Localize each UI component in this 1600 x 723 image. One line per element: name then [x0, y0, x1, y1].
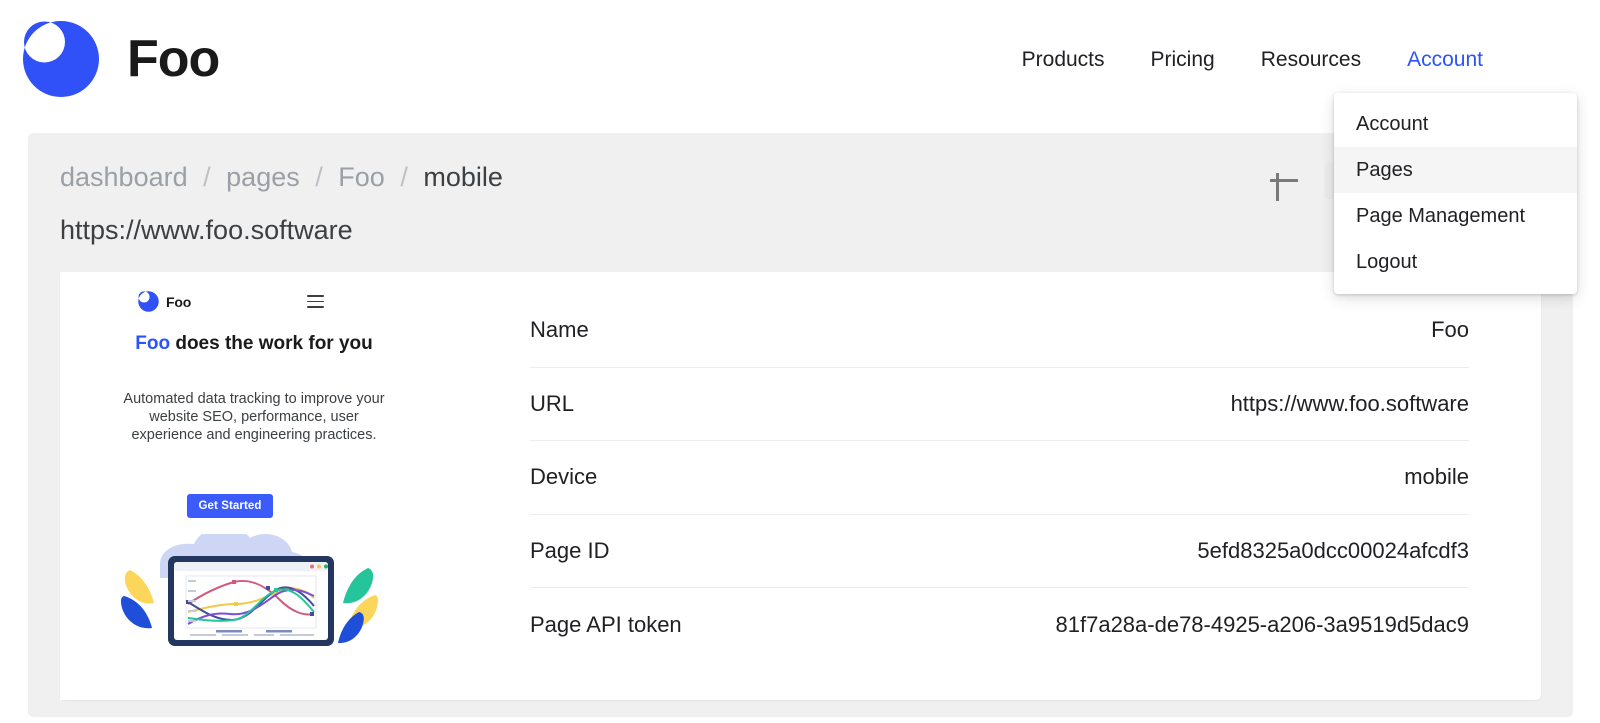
table-row: Page API token 81f7a28a-de78-4925-a206-3… [530, 588, 1469, 662]
table-row: Name Foo [530, 294, 1469, 368]
detail-value-name: Foo [1431, 317, 1469, 343]
nav-link-account[interactable]: Account [1384, 44, 1506, 76]
detail-value-page-id: 5efd8325a0dcc00024afcdf3 [1197, 537, 1469, 563]
detail-label-name: Name [530, 317, 589, 343]
preview-brand: Foo [138, 291, 191, 312]
crescent-moon-icon [138, 291, 159, 312]
menu-item-pages[interactable]: Pages [1334, 147, 1577, 193]
detail-label-device: Device [530, 464, 598, 490]
preview-headline-accent: Foo [135, 333, 171, 354]
breadcrumb-separator: / [203, 162, 211, 192]
laptop-line-chart-illustration [116, 526, 386, 649]
detail-label-url: URL [530, 390, 575, 416]
table-row: URL https://www.foo.software [530, 368, 1469, 441]
detail-value-device: mobile [1404, 464, 1469, 490]
preview-headline-rest: does the work for you [170, 333, 373, 354]
page-url-heading: https://www.foo.software [60, 215, 353, 245]
crescent-moon-icon [22, 20, 100, 98]
mobile-screenshot-preview: Foo Foo does the work for you Automated … [60, 272, 448, 700]
table-row: Device mobile [530, 441, 1469, 515]
breadcrumb-item-pages[interactable]: pages [226, 162, 300, 192]
breadcrumb-separator: / [315, 162, 323, 192]
detail-value-page-api-token: 81f7a28a-de78-4925-a206-3a9519d5dac9 [1055, 611, 1469, 637]
detail-label-page-api-token: Page API token [530, 611, 682, 637]
page-detail-card: Foo Foo does the work for you Automated … [60, 272, 1541, 700]
breadcrumb-item-foo[interactable]: Foo [338, 162, 385, 192]
preview-brand-name: Foo [166, 293, 192, 310]
page-root: Foo Products Pricing Resources Account A… [0, 0, 1600, 723]
preview-header: Foo [60, 291, 448, 317]
detail-label-page-id: Page ID [530, 537, 610, 563]
breadcrumb-item-mobile: mobile [423, 162, 503, 192]
preview-get-started-button[interactable]: Get Started [187, 494, 273, 518]
preview-body-text: Automated data tracking to improve your … [123, 391, 385, 443]
breadcrumb-separator: / [400, 162, 408, 192]
breadcrumb: dashboard / pages / Foo / mobile [60, 160, 503, 194]
table-row: Page ID 5efd8325a0dcc00024afcdf3 [530, 515, 1469, 588]
menu-item-page-management[interactable]: Page Management [1334, 193, 1577, 239]
nav-link-pricing[interactable]: Pricing [1128, 44, 1238, 76]
nav-link-resources[interactable]: Resources [1238, 44, 1384, 76]
detail-value-url: https://www.foo.software [1230, 390, 1469, 416]
menu-item-account[interactable]: Account [1334, 101, 1577, 147]
breadcrumb-item-dashboard[interactable]: dashboard [60, 162, 188, 192]
hamburger-menu-icon[interactable] [307, 295, 324, 309]
preview-headline: Foo does the work for you [104, 332, 404, 356]
plus-icon[interactable] [1263, 160, 1305, 202]
account-dropdown-menu: Account Pages Page Management Logout [1334, 93, 1577, 294]
nav-links: Products Pricing Resources Account [999, 44, 1506, 76]
brand-logo-link[interactable]: Foo [22, 20, 220, 98]
nav-link-products[interactable]: Products [999, 44, 1128, 76]
menu-item-logout[interactable]: Logout [1334, 239, 1577, 285]
page-details-table: Name Foo URL https://www.foo.software De… [448, 272, 1541, 700]
brand-name: Foo [127, 30, 220, 88]
